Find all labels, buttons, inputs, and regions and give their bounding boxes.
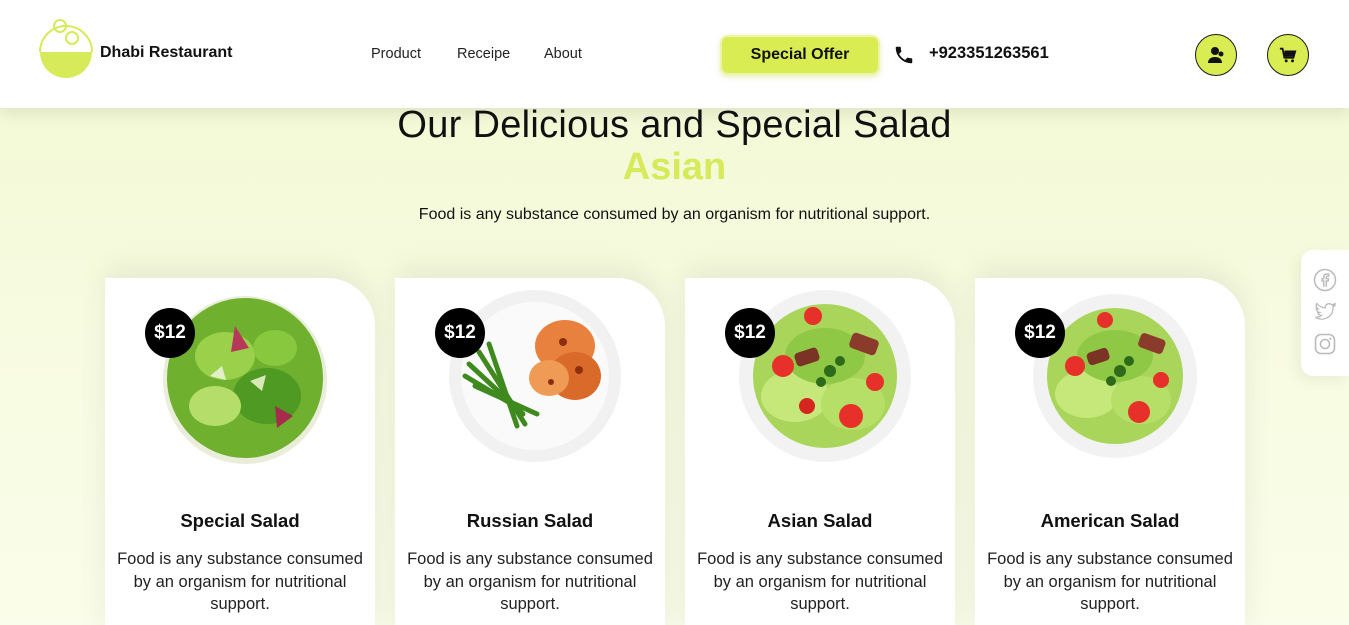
card-description: Food is any substance consumed by an org…	[987, 550, 1233, 613]
twitter-icon[interactable]	[1313, 300, 1337, 324]
social-sidebar	[1301, 250, 1349, 376]
brand-name[interactable]: Dhabi Restaurant	[100, 44, 232, 62]
product-card-asian-salad[interactable]: $12 Asian Salad Food is any substance co…	[685, 278, 955, 625]
site-header: Dhabi Restaurant Product Receipe About S…	[0, 0, 1349, 108]
card-title[interactable]: Russian Salad	[395, 510, 665, 532]
product-card-american-salad[interactable]: $12 American Salad Food is any substance…	[975, 278, 1245, 625]
cart-icon	[1279, 47, 1297, 63]
card-title[interactable]: Special Salad	[105, 510, 375, 532]
page-title: Our Delicious and Special Salad	[397, 104, 952, 146]
card-title[interactable]: American Salad	[975, 510, 1245, 532]
price-badge: $12	[725, 308, 775, 358]
nav-product-link[interactable]: Product	[371, 46, 421, 62]
instagram-icon[interactable]	[1313, 332, 1337, 356]
user-account-button[interactable]	[1195, 34, 1237, 76]
price-badge: $12	[435, 308, 485, 358]
price-badge: $12	[145, 308, 195, 358]
special-offer-button[interactable]: Special Offer	[720, 35, 880, 75]
product-card-special-salad[interactable]: $12 Special Salad Food is any substance …	[105, 278, 375, 625]
cart-button[interactable]	[1267, 34, 1309, 76]
phone-number[interactable]: +923351263561	[929, 44, 1049, 63]
card-description: Food is any substance consumed by an org…	[697, 550, 943, 613]
card-description: Food is any substance consumed by an org…	[407, 550, 653, 613]
product-card-russian-salad[interactable]: $12 Russian Salad Food is any substance …	[395, 278, 665, 625]
phone-icon	[895, 46, 913, 64]
hero-description: Food is any substance consumed by an org…	[418, 206, 931, 223]
price-badge: $12	[1015, 308, 1065, 358]
card-title[interactable]: Asian Salad	[685, 510, 955, 532]
nav-receipe-link[interactable]: Receipe	[457, 46, 510, 62]
bowl-logo-icon[interactable]	[38, 18, 94, 90]
page-subtitle: Asian	[622, 146, 727, 188]
nav-about-link[interactable]: About	[544, 46, 582, 62]
facebook-icon[interactable]	[1313, 268, 1337, 292]
user-icon	[1208, 47, 1224, 63]
card-description: Food is any substance consumed by an org…	[117, 550, 363, 613]
